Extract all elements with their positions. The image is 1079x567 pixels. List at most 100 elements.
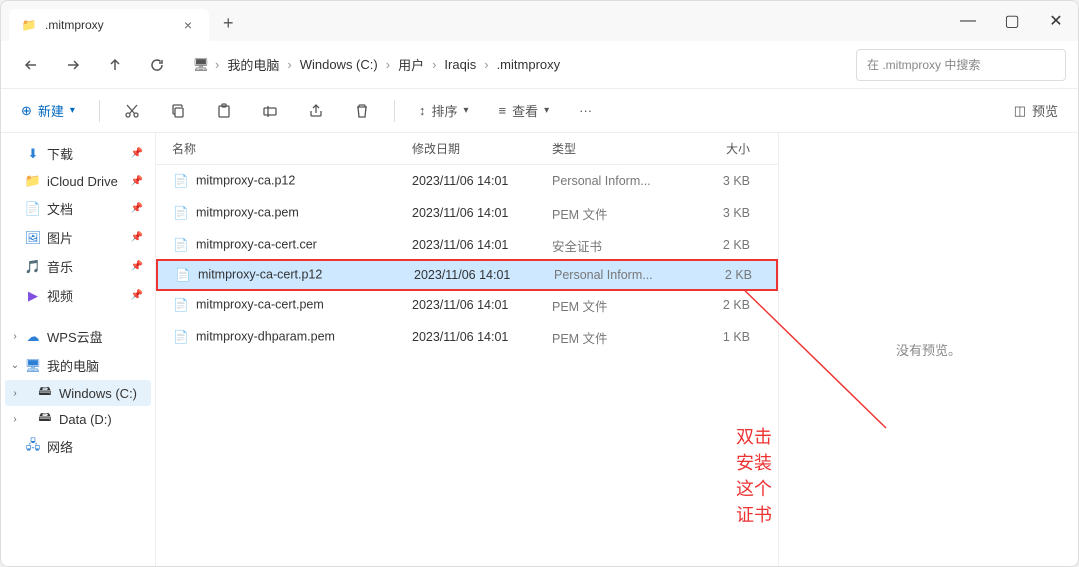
col-type[interactable]: 类型: [546, 140, 696, 157]
file-size: 3 KB: [696, 174, 756, 188]
chevron-down-icon: ▾: [544, 105, 549, 116]
separator: [394, 100, 395, 122]
folder-icon: 📁: [21, 17, 37, 33]
chevron-right-icon[interactable]: ›: [9, 388, 21, 399]
nav-refresh-button[interactable]: [139, 47, 175, 83]
network-icon: 🖧: [25, 439, 41, 455]
file-date: 2023/11/06 14:01: [406, 330, 546, 344]
nav-up-button[interactable]: [97, 47, 133, 83]
sort-button[interactable]: ↕ 排序 ▾: [413, 97, 475, 124]
picture-icon: 🖼: [25, 230, 41, 246]
view-label: 查看: [512, 101, 538, 120]
nav-back-button[interactable]: [13, 47, 49, 83]
sidebar-label: 音乐: [47, 257, 73, 276]
crumb-1[interactable]: Windows (C:): [294, 53, 384, 76]
toolbar: ⊕ 新建 ▾ ↕ 排序 ▾ ≡ 查看 ▾ ··· ◫ 预览: [1, 89, 1078, 133]
file-name: mitmproxy-ca-cert.p12: [198, 268, 322, 282]
search-input[interactable]: 在 .mitmproxy 中搜索: [856, 49, 1066, 81]
tab-current[interactable]: 📁 .mitmproxy ×: [9, 9, 209, 41]
file-row[interactable]: 📄mitmproxy-dhparam.pem2023/11/06 14:01PE…: [156, 321, 778, 353]
chevron-right-icon[interactable]: ›: [9, 331, 21, 342]
more-button[interactable]: ···: [573, 99, 598, 122]
main: 名称 修改日期 类型 大小 📄 mitmproxy-ca.p12 2023/11/0…: [156, 133, 1078, 566]
new-button[interactable]: ⊕ 新建 ▾: [15, 97, 81, 124]
copy-button[interactable]: [164, 99, 192, 123]
pc-icon: 🖥: [25, 358, 41, 374]
sidebar-item-downloads[interactable]: ⬇下载📌: [5, 139, 151, 168]
preview-icon: ◫: [1014, 103, 1026, 119]
crumb-0[interactable]: 我的电脑: [221, 51, 285, 78]
minimize-button[interactable]: —: [946, 5, 990, 37]
sidebar-item-documents[interactable]: 📄文档📌: [5, 194, 151, 223]
file-icon: 📄: [172, 204, 190, 222]
file-icon: 📄: [172, 328, 190, 346]
col-size[interactable]: 大小: [696, 140, 756, 157]
pin-icon: 📌: [131, 290, 143, 301]
maximize-button[interactable]: ▢: [990, 5, 1034, 37]
sidebar-item-videos[interactable]: ▶视频📌: [5, 281, 151, 310]
file-row[interactable]: 📄mitmproxy-ca.pem2023/11/06 14:01PEM 文件3…: [156, 197, 778, 229]
file-date: 2023/11/06 14:01: [406, 206, 546, 220]
chevron-right-icon: ›: [384, 57, 392, 72]
col-date[interactable]: 修改日期: [406, 140, 546, 157]
chevron-down-icon[interactable]: ⌄: [9, 360, 21, 371]
pin-icon: 📌: [131, 176, 143, 187]
disk-icon: 🖴: [37, 411, 53, 427]
file-type: Personal Inform...: [546, 174, 696, 188]
paste-button[interactable]: [210, 99, 238, 123]
preview-toggle[interactable]: ◫ 预览: [1008, 97, 1064, 124]
tab-close-icon[interactable]: ×: [179, 17, 197, 33]
sidebar-label: Data (D:): [59, 412, 112, 427]
nav-forward-button[interactable]: [55, 47, 91, 83]
view-button[interactable]: ≡ 查看 ▾: [493, 97, 556, 124]
crumb-4[interactable]: .mitmproxy: [491, 53, 567, 76]
file-row[interactable]: 📄mitmproxy-ca-cert.p122023/11/06 14:01Pe…: [156, 259, 778, 291]
pc-icon[interactable]: 🖥: [189, 47, 213, 83]
close-button[interactable]: ✕: [1034, 5, 1078, 37]
crumb-2[interactable]: 用户: [392, 51, 430, 78]
file-row[interactable]: 📄mitmproxy-ca-cert.cer2023/11/06 14:01安全…: [156, 229, 778, 261]
delete-button[interactable]: [348, 99, 376, 123]
video-icon: ▶: [25, 288, 41, 304]
file-row[interactable]: 📄mitmproxy-ca.p122023/11/06 14:01Persona…: [156, 165, 778, 197]
body: ⬇下载📌 📁iCloud Drive📌 📄文档📌 🖼图片📌 🎵音乐📌 ▶视频📌 …: [1, 133, 1078, 566]
pin-icon: 📌: [131, 261, 143, 272]
sidebar-item-drive-d[interactable]: › 🖴 Data (D:): [5, 406, 151, 432]
sidebar-item-icloud[interactable]: 📁iCloud Drive📌: [5, 168, 151, 194]
file-type: 安全证书: [546, 236, 696, 255]
annotation-text: 双击安装这个证书: [736, 423, 778, 527]
sidebar-item-mypc[interactable]: ⌄🖥我的电脑: [5, 351, 151, 380]
sidebar-item-network[interactable]: 🖧网络: [5, 432, 151, 461]
doc-icon: 📄: [25, 201, 41, 217]
chevron-right-icon: ›: [430, 57, 438, 72]
music-icon: 🎵: [25, 259, 41, 275]
file-date: 2023/11/06 14:01: [408, 268, 548, 282]
cloud-icon: ☁: [25, 329, 41, 345]
new-tab-button[interactable]: +: [209, 13, 248, 34]
sidebar-item-wps[interactable]: › ☁ WPS云盘: [5, 322, 151, 351]
file-row[interactable]: 📄mitmproxy-ca-cert.pem2023/11/06 14:01PE…: [156, 289, 778, 321]
sidebar-label: Windows (C:): [59, 386, 137, 401]
file-name: mitmproxy-ca.p12: [196, 174, 295, 188]
sidebar-label: 图片: [47, 228, 73, 247]
sidebar-label: WPS云盘: [47, 327, 103, 346]
view-icon: ≡: [499, 103, 507, 118]
chevron-right-icon[interactable]: ›: [9, 414, 21, 425]
plus-circle-icon: ⊕: [21, 103, 32, 119]
cut-button[interactable]: [118, 99, 146, 123]
pin-icon: 📌: [131, 203, 143, 214]
sidebar: ⬇下载📌 📁iCloud Drive📌 📄文档📌 🖼图片📌 🎵音乐📌 ▶视频📌 …: [1, 133, 156, 566]
sidebar-item-pictures[interactable]: 🖼图片📌: [5, 223, 151, 252]
sidebar-item-drive-c[interactable]: ›🖴Windows (C:): [5, 380, 151, 406]
file-date: 2023/11/06 14:01: [406, 174, 546, 188]
file-size: 3 KB: [696, 206, 756, 220]
share-button[interactable]: [302, 99, 330, 123]
rename-button[interactable]: [256, 99, 284, 123]
separator: [99, 100, 100, 122]
pin-icon: 📌: [131, 148, 143, 159]
crumb-3[interactable]: Iraqis: [438, 53, 482, 76]
col-name[interactable]: 名称: [166, 140, 406, 157]
sidebar-item-music[interactable]: 🎵 音乐 📌: [5, 252, 151, 281]
sidebar-label: 下载: [47, 144, 73, 163]
file-size: 2 KB: [696, 238, 756, 252]
